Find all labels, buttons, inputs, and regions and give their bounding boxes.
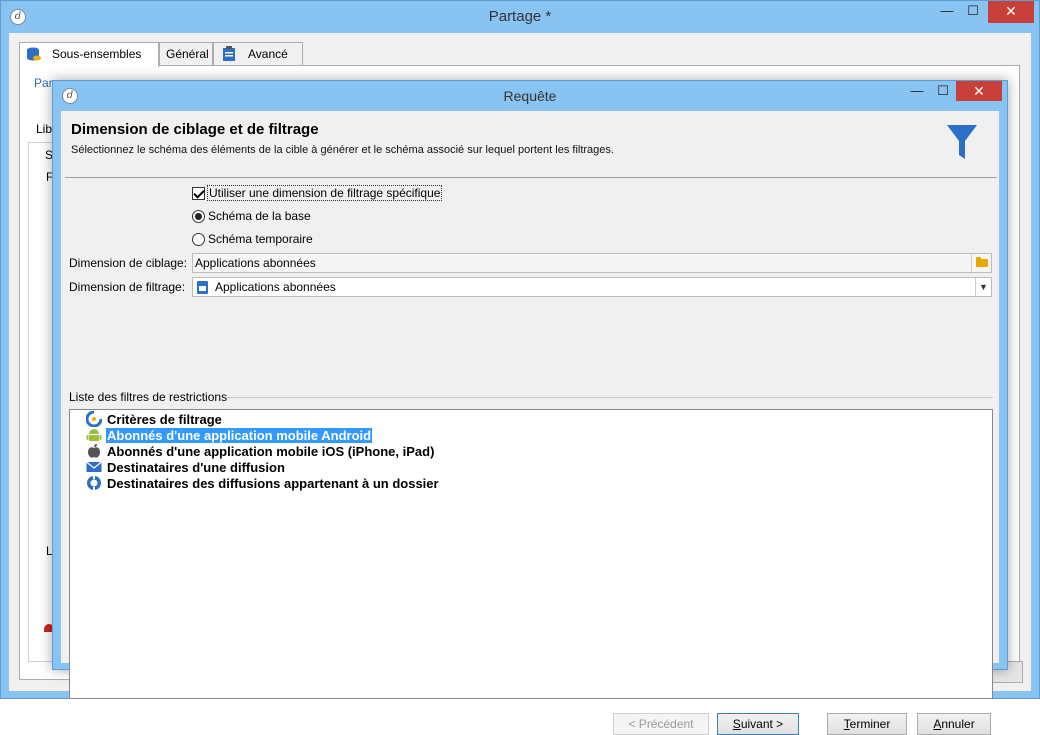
android-icon — [86, 429, 102, 441]
folder-icon — [976, 257, 988, 267]
filters-list[interactable]: Critères de filtrage Abonnés d'une appli… — [69, 409, 993, 699]
dialog-minimize-button[interactable]: — — [903, 81, 931, 103]
wizard-title: Dimension de ciblage et de filtrage — [71, 121, 319, 138]
finish-button[interactable]: Terminer — [827, 713, 907, 735]
filtering-dimension-select[interactable]: Applications abonnées ▼ — [192, 277, 992, 297]
tab-label: Sous-ensembles — [52, 47, 142, 61]
outer-window-title: Partage * — [488, 8, 552, 25]
dialog-close-button[interactable]: ✕ — [956, 81, 1002, 101]
previous-button[interactable]: < Précédent — [613, 713, 709, 735]
filter-criteria-icon — [86, 411, 102, 427]
tab-general[interactable]: Général — [159, 42, 213, 66]
checkbox-label: Utiliser une dimension de filtrage spéci… — [206, 185, 443, 201]
header-separator — [65, 177, 997, 178]
group-separator — [227, 397, 993, 398]
list-item-label: Destinataires d'une diffusion — [107, 459, 285, 475]
outer-minimize-button[interactable]: — — [933, 1, 961, 23]
next-button[interactable]: Suivant > — [717, 713, 799, 735]
dialog-title: Requête — [503, 88, 557, 104]
radio-unselected[interactable] — [192, 232, 205, 246]
wizard-subtitle: Sélectionnez le schéma des éléments de l… — [71, 144, 614, 156]
radio-label: Schéma de la base — [208, 209, 311, 223]
list-item[interactable]: Abonnés d'une application mobile Android — [86, 427, 373, 443]
list-item-label: Abonnés d'une application mobile Android — [106, 427, 373, 443]
wizard-header: Dimension de ciblage et de filtrage Séle… — [61, 111, 999, 175]
outer-titlebar[interactable]: d Partage * — ☐ ✕ — [1, 1, 1039, 33]
list-item[interactable]: Destinataires des diffusions appartenant… — [86, 475, 440, 491]
dialog-maximize-button[interactable]: ☐ — [929, 81, 957, 103]
list-item[interactable]: Destinataires d'une diffusion — [86, 459, 286, 475]
filtering-dimension-value: Applications abonnées — [215, 280, 336, 294]
schema-icon — [197, 281, 208, 294]
dialog-body: Dimension de ciblage et de filtrage Séle… — [61, 111, 999, 735]
funnel-icon — [947, 125, 977, 159]
requete-dialog: d Requête — ☐ ✕ Dimension de ciblage et … — [52, 80, 1008, 735]
filters-group-label: Liste des filtres de restrictions — [69, 390, 228, 404]
targeting-dimension-label: Dimension de ciblage: — [69, 256, 188, 270]
list-item[interactable]: Critères de filtrage — [86, 411, 223, 427]
cancel-button[interactable]: Annuler — [917, 713, 991, 735]
chevron-down-icon[interactable]: ▼ — [975, 278, 991, 296]
envelope-icon — [86, 461, 102, 472]
use-filter-dimension-checkbox[interactable]: Utiliser une dimension de filtrage spéci… — [192, 185, 443, 201]
radio-schema-base[interactable]: Schéma de la base — [192, 209, 311, 223]
list-item[interactable]: Abonnés d'une application mobile iOS (iP… — [86, 443, 435, 459]
folder-delivery-icon — [87, 475, 101, 491]
list-item-label: Critères de filtrage — [107, 411, 222, 427]
outer-maximize-button[interactable]: ☐ — [959, 1, 987, 23]
checkbox-checked[interactable] — [192, 186, 205, 200]
targeting-dimension-field[interactable]: Applications abonnées — [192, 253, 992, 273]
targeting-dimension-value: Applications abonnées — [195, 256, 316, 270]
list-item-label: Destinataires des diffusions appartenant… — [107, 475, 439, 491]
filtering-dimension-label: Dimension de filtrage: — [69, 280, 186, 294]
browse-folder-button[interactable] — [971, 254, 991, 272]
clipboard-icon — [223, 46, 235, 61]
list-item-label: Abonnés d'une application mobile iOS (iP… — [107, 443, 435, 459]
outer-close-button[interactable]: ✕ — [988, 1, 1034, 23]
tab-sous-ensembles[interactable]: Sous-ensembles — [19, 42, 159, 67]
tab-label: Avancé — [248, 47, 288, 61]
radio-schema-temporaire[interactable]: Schéma temporaire — [192, 232, 313, 246]
tab-avance[interactable]: Avancé — [213, 42, 303, 66]
apple-icon — [88, 444, 100, 458]
radio-selected[interactable] — [192, 209, 205, 223]
radio-label: Schéma temporaire — [208, 232, 313, 246]
database-icon — [27, 47, 41, 61]
tab-label: Général — [166, 47, 209, 61]
dialog-titlebar[interactable]: d Requête — ☐ ✕ — [53, 81, 1007, 111]
